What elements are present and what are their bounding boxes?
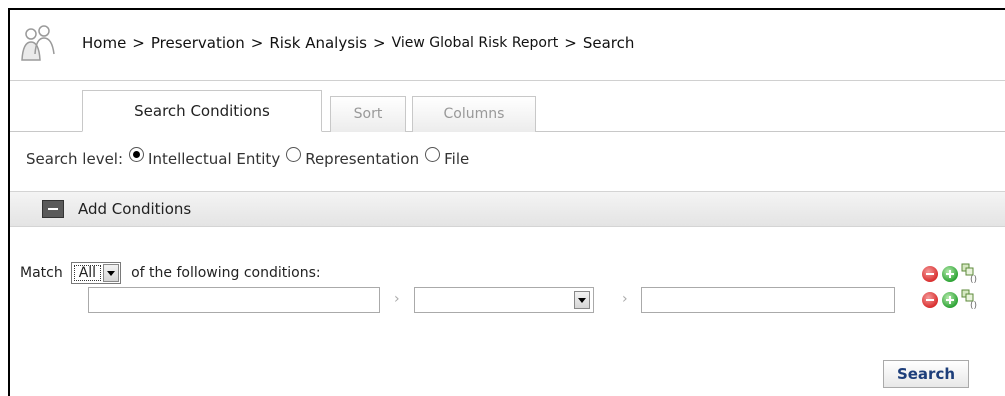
- condition-operator-select[interactable]: [414, 287, 594, 313]
- match-select[interactable]: All: [70, 262, 122, 284]
- radio-file[interactable]: [425, 146, 441, 162]
- add-conditions-label: Add Conditions: [78, 200, 192, 218]
- breadcrumb-preservation[interactable]: Preservation: [151, 34, 245, 52]
- collapse-icon[interactable]: [42, 200, 64, 218]
- match-row: Match All of the following conditions:: [20, 262, 321, 284]
- radio-label-intellectual-entity: Intellectual Entity: [148, 150, 281, 168]
- breadcrumb-current: Search: [582, 34, 635, 52]
- breadcrumb-separator: >: [373, 34, 386, 52]
- remove-icon[interactable]: [922, 266, 938, 282]
- add-icon[interactable]: [942, 292, 958, 308]
- users-icon: [21, 25, 55, 61]
- condition-field-input[interactable]: [88, 287, 380, 313]
- radio-label-file: File: [444, 150, 470, 168]
- add-conditions-bar: Add Conditions: [10, 191, 1005, 227]
- svg-text:(): (): [970, 301, 977, 309]
- tab-search-conditions[interactable]: Search Conditions: [82, 90, 322, 132]
- breadcrumb-view-global-risk-report[interactable]: View Global Risk Report: [392, 35, 559, 51]
- match-suffix: of the following conditions:: [131, 265, 321, 281]
- svg-text:(): (): [970, 275, 977, 283]
- radio-representation[interactable]: [286, 146, 302, 162]
- chevron-down-icon[interactable]: [574, 291, 590, 309]
- add-icon[interactable]: [942, 266, 958, 282]
- breadcrumb-separator: >: [132, 34, 145, 52]
- breadcrumb: Home > Preservation > Risk Analysis > Vi…: [82, 34, 634, 52]
- app-frame: Home > Preservation > Risk Analysis > Vi…: [8, 8, 1005, 396]
- breadcrumb-separator: >: [250, 34, 264, 52]
- tab-columns[interactable]: Columns: [412, 96, 536, 132]
- radio-intellectual-entity[interactable]: [129, 146, 145, 162]
- radio-label-representation: Representation: [305, 150, 420, 168]
- breadcrumb-separator: >: [564, 34, 577, 52]
- group-conditions-icon[interactable]: (): [961, 289, 979, 309]
- breadcrumb-home[interactable]: Home: [82, 34, 126, 52]
- tab-sort[interactable]: Sort: [330, 96, 406, 132]
- remove-icon[interactable]: [922, 292, 938, 308]
- chevron-right-icon: ›: [622, 291, 628, 307]
- condition-row: › › (): [10, 287, 1005, 317]
- search-level-label: Search level:: [26, 150, 124, 168]
- header: Home > Preservation > Risk Analysis > Vi…: [10, 10, 1005, 81]
- chevron-right-icon: ›: [394, 291, 400, 307]
- group-conditions-icon[interactable]: (): [961, 263, 979, 283]
- chevron-down-icon[interactable]: [103, 264, 120, 282]
- match-prefix: Match: [20, 265, 63, 281]
- condition-value-input[interactable]: [641, 287, 895, 313]
- match-select-value: All: [73, 265, 102, 281]
- breadcrumb-risk-analysis[interactable]: Risk Analysis: [269, 34, 367, 52]
- search-button[interactable]: Search: [883, 360, 969, 388]
- tab-bar: Search Conditions Sort Columns: [10, 81, 1005, 132]
- search-level-group: Search level: Intellectual Entity Repres…: [26, 146, 470, 168]
